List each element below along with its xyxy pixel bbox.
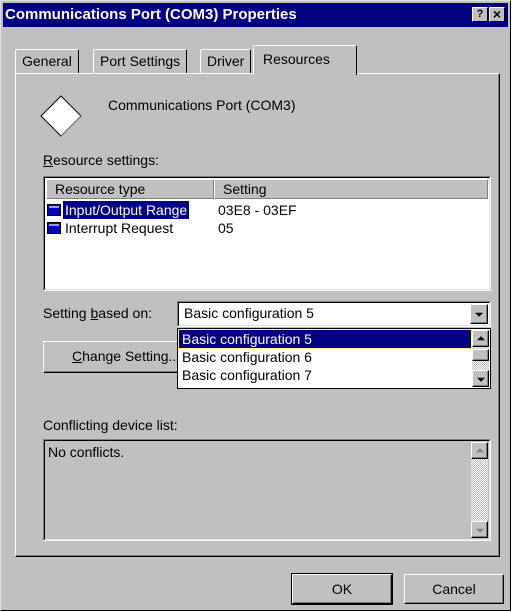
conflicts-text: No conflicts. (48, 444, 125, 460)
table-row[interactable]: Input/Output Range 03E8 - 03EF (46, 201, 486, 219)
dropdown-option[interactable]: Basic configuration 7 (179, 366, 471, 384)
cancel-button[interactable]: Cancel (404, 574, 504, 604)
scroll-up-button[interactable] (471, 442, 488, 459)
scroll-down-button[interactable] (472, 370, 489, 387)
scroll-thumb[interactable] (472, 349, 489, 361)
configuration-select-value: Basic configuration 5 (184, 305, 314, 321)
resource-icon (47, 222, 61, 234)
resource-icon (47, 204, 61, 216)
resource-type-cell: Interrupt Request (65, 220, 174, 236)
scroll-up-button[interactable] (472, 330, 489, 347)
column-header-resource-type[interactable]: Resource type (46, 179, 214, 199)
dropdown-option-selected[interactable]: Basic configuration 5 (178, 329, 472, 349)
resource-list[interactable]: Resource type Setting Input/Output Range… (43, 176, 491, 291)
arrow-down-icon (476, 377, 485, 382)
setting-based-on-label: Setting based on: (43, 305, 152, 321)
properties-window: Communications Port (COM3) Properties ? … (0, 0, 511, 611)
resource-settings-label: Resource settings: (43, 152, 159, 168)
configuration-dropdown-list[interactable]: Basic configuration 5 Basic configuratio… (177, 328, 491, 389)
configuration-select[interactable]: Basic configuration 5 (177, 301, 491, 327)
arrow-up-icon (475, 447, 484, 452)
device-name: Communications Port (COM3) (108, 97, 296, 113)
diamond-device-icon (40, 95, 82, 137)
arrow-down-icon (475, 528, 484, 533)
setting-cell: 05 (218, 220, 234, 236)
conflicts-label: Conflicting device list: (43, 417, 178, 433)
dropdown-button[interactable] (470, 304, 488, 324)
resource-type-cell: Input/Output Range (63, 201, 190, 219)
conflicts-scrollbar[interactable] (471, 442, 488, 538)
chevron-down-icon (475, 312, 483, 317)
dropdown-option[interactable]: Basic configuration 6 (179, 348, 471, 366)
scroll-down-button[interactable] (471, 521, 488, 538)
ok-label: OK (331, 581, 353, 597)
table-row[interactable]: Interrupt Request 05 (46, 219, 486, 237)
setting-cell: 03E8 - 03EF (218, 202, 297, 218)
cancel-label: Cancel (432, 581, 476, 597)
change-setting-button[interactable]: Change Setting... (43, 341, 188, 373)
column-header-setting[interactable]: Setting (214, 179, 488, 199)
arrow-up-icon (476, 335, 485, 340)
conflicts-list[interactable]: No conflicts. (43, 439, 491, 541)
ok-button[interactable]: OK (291, 573, 393, 605)
dropdown-scrollbar[interactable] (472, 330, 489, 387)
change-setting-label: Change Setting... (72, 348, 181, 364)
